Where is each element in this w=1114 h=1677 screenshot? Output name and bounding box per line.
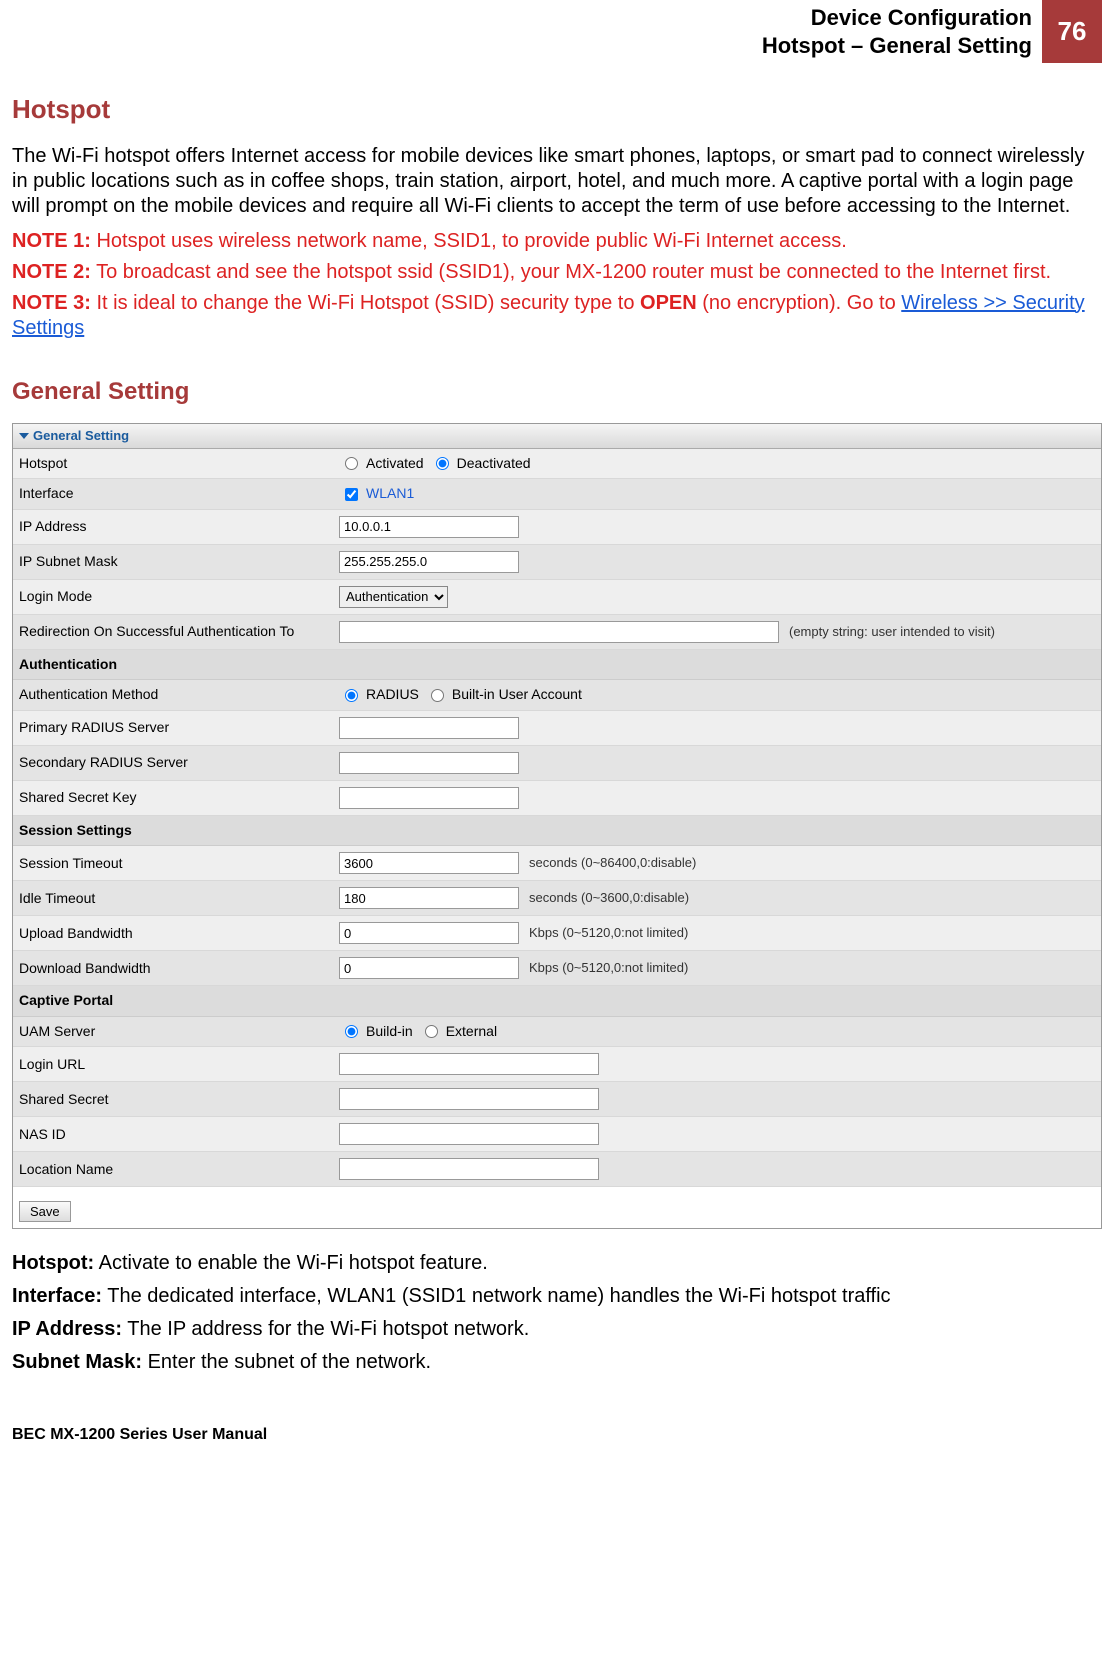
- page-header: Device Configuration Hotspot – General S…: [12, 0, 1102, 63]
- input-secondary-radius[interactable]: [339, 752, 519, 774]
- row-label-hotspot: Hotspot: [19, 455, 339, 473]
- section-heading: General Setting: [12, 377, 1102, 407]
- radio-hotspot-deactivated[interactable]: [436, 457, 449, 470]
- page-title: Hotspot: [12, 93, 1102, 126]
- desc-1-text: Activate to enable the Wi-Fi hotspot fea…: [94, 1252, 488, 1274]
- note-3-text-b: (no encryption). Go to: [697, 292, 902, 314]
- input-location[interactable]: [339, 1158, 599, 1180]
- input-primary-radius[interactable]: [339, 717, 519, 739]
- desc-3-label: IP Address:: [12, 1318, 122, 1340]
- hint-session-timeout: seconds (0~86400,0:disable): [529, 855, 696, 871]
- radio-label-activated: Activated: [366, 455, 424, 473]
- radio-auth-builtin[interactable]: [431, 689, 444, 702]
- header-line-1: Device Configuration: [762, 4, 1032, 32]
- note-3-label: NOTE 3:: [12, 292, 91, 314]
- table-header[interactable]: General Setting: [13, 424, 1101, 449]
- hint-idle-timeout: seconds (0~3600,0:disable): [529, 890, 689, 906]
- header-line-2: Hotspot – General Setting: [762, 32, 1032, 60]
- input-captive-shared[interactable]: [339, 1088, 599, 1110]
- input-nas-id[interactable]: [339, 1123, 599, 1145]
- row-label-primary-radius: Primary RADIUS Server: [19, 719, 339, 737]
- input-session-timeout[interactable]: [339, 852, 519, 874]
- select-login-mode[interactable]: Authentication: [339, 586, 448, 608]
- row-label-shared-key: Shared Secret Key: [19, 789, 339, 807]
- wlan1-link[interactable]: WLAN1: [366, 485, 414, 503]
- note-3: NOTE 3: It is ideal to change the Wi-Fi …: [12, 291, 1102, 341]
- table-header-label: General Setting: [33, 428, 129, 443]
- radio-label-radius: RADIUS: [366, 686, 419, 704]
- note-1-label: NOTE 1:: [12, 230, 91, 252]
- row-label-interface: Interface: [19, 485, 339, 503]
- radio-auth-radius[interactable]: [345, 689, 358, 702]
- radio-uam-buildin[interactable]: [345, 1025, 358, 1038]
- note-2-text: To broadcast and see the hotspot ssid (S…: [91, 261, 1051, 283]
- radio-label-external: External: [446, 1023, 497, 1041]
- desc-1-label: Hotspot:: [12, 1252, 94, 1274]
- note-2-label: NOTE 2:: [12, 261, 91, 283]
- row-label-secondary-radius: Secondary RADIUS Server: [19, 754, 339, 772]
- note-3-text-a: It is ideal to change the Wi-Fi Hotspot …: [91, 292, 640, 314]
- radio-label-buildin: Build-in: [366, 1023, 413, 1041]
- hint-upload-bw: Kbps (0~5120,0:not limited): [529, 925, 688, 941]
- footer-text: BEC MX-1200 Series User Manual: [12, 1425, 1102, 1445]
- input-download-bw[interactable]: [339, 957, 519, 979]
- input-ip-subnet[interactable]: [339, 551, 519, 573]
- general-setting-table: General Setting Hotspot Activated Deacti…: [12, 423, 1102, 1230]
- row-label-captive-shared: Shared Secret: [19, 1091, 339, 1109]
- descriptions: Hotspot: Activate to enable the Wi-Fi ho…: [12, 1251, 1102, 1375]
- row-label-ip-address: IP Address: [19, 518, 339, 536]
- intro-paragraph: The Wi-Fi hotspot offers Internet access…: [12, 144, 1102, 219]
- note-1-text: Hotspot uses wireless network name, SSID…: [91, 230, 847, 252]
- input-shared-key[interactable]: [339, 787, 519, 809]
- radio-label-builtin: Built-in User Account: [452, 686, 582, 704]
- input-login-url[interactable]: [339, 1053, 599, 1075]
- row-label-login-url: Login URL: [19, 1056, 339, 1074]
- row-label-login-mode: Login Mode: [19, 588, 339, 606]
- input-upload-bw[interactable]: [339, 922, 519, 944]
- page-number-badge: 76: [1042, 0, 1102, 63]
- save-button[interactable]: Save: [19, 1201, 71, 1222]
- row-label-idle-timeout: Idle Timeout: [19, 890, 339, 908]
- desc-4-text: Enter the subnet of the network.: [142, 1351, 431, 1373]
- hint-download-bw: Kbps (0~5120,0:not limited): [529, 960, 688, 976]
- desc-4-label: Subnet Mask:: [12, 1351, 142, 1373]
- radio-hotspot-activated[interactable]: [345, 457, 358, 470]
- input-ip-address[interactable]: [339, 516, 519, 538]
- hint-redirect: (empty string: user intended to visit): [789, 624, 995, 640]
- row-label-uam: UAM Server: [19, 1023, 339, 1041]
- input-redirect[interactable]: [339, 621, 779, 643]
- desc-2-label: Interface:: [12, 1285, 102, 1307]
- note-3-bold: OPEN: [640, 292, 697, 314]
- input-idle-timeout[interactable]: [339, 887, 519, 909]
- row-label-ip-subnet: IP Subnet Mask: [19, 553, 339, 571]
- row-label-download-bw: Download Bandwidth: [19, 960, 339, 978]
- row-label-upload-bw: Upload Bandwidth: [19, 925, 339, 943]
- radio-uam-external[interactable]: [425, 1025, 438, 1038]
- row-label-location: Location Name: [19, 1161, 339, 1179]
- desc-2-text: The dedicated interface, WLAN1 (SSID1 ne…: [102, 1285, 891, 1307]
- subheader-authentication: Authentication: [13, 650, 1101, 681]
- note-2: NOTE 2: To broadcast and see the hotspot…: [12, 260, 1102, 285]
- radio-label-deactivated: Deactivated: [457, 455, 531, 473]
- subheader-session: Session Settings: [13, 816, 1101, 847]
- row-label-session-timeout: Session Timeout: [19, 855, 339, 873]
- row-label-redirect: Redirection On Successful Authentication…: [19, 623, 339, 641]
- chevron-down-icon: [19, 433, 29, 439]
- subheader-captive: Captive Portal: [13, 986, 1101, 1017]
- desc-3-text: The IP address for the Wi-Fi hotspot net…: [122, 1318, 529, 1340]
- checkbox-wlan1[interactable]: [345, 488, 358, 501]
- note-1: NOTE 1: Hotspot uses wireless network na…: [12, 229, 1102, 254]
- row-label-auth-method: Authentication Method: [19, 686, 339, 704]
- row-label-nas-id: NAS ID: [19, 1126, 339, 1144]
